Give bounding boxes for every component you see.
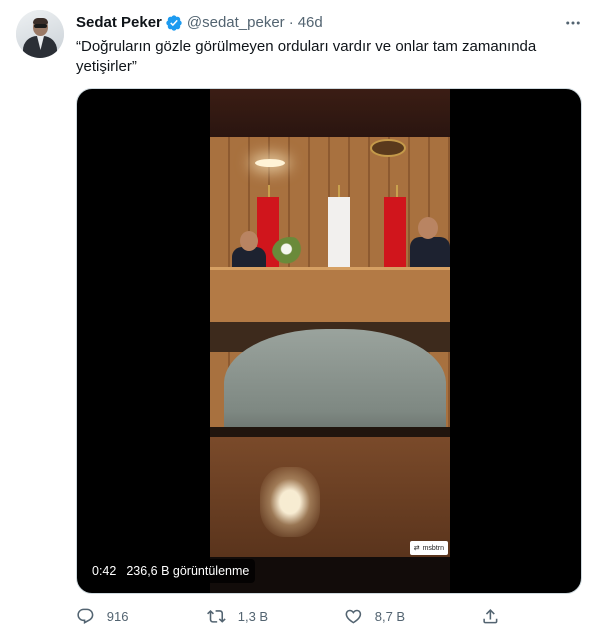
retweet-icon (207, 609, 226, 623)
retweet-count: 1,3 B (237, 608, 269, 624)
separator-dot: · (288, 14, 294, 31)
tweet-header: Sedat Peker @sedat_peker · 46d (76, 13, 323, 33)
retweet-button[interactable]: 1,3 B (207, 604, 268, 628)
tweet-actions: 916 1,3 B 8,7 B (76, 604, 582, 628)
tweet-time[interactable]: 46d (298, 13, 323, 33)
verified-badge-icon (166, 15, 182, 31)
video-info-overlay: 0:42 236,6 B görüntülenme (86, 559, 256, 583)
like-button[interactable]: 8,7 B (344, 604, 405, 628)
tweet[interactable]: Sedat Peker @sedat_peker · 46d “Doğrular… (0, 0, 598, 638)
heart-icon (345, 609, 362, 624)
share-button[interactable] (481, 604, 500, 628)
tweet-text: “Doğruların gözle görülmeyen orduları va… (76, 38, 537, 75)
avatar[interactable] (16, 10, 64, 58)
reply-bubble-icon (77, 608, 94, 624)
author-handle[interactable]: @sedat_peker (187, 13, 285, 33)
more-dots-icon[interactable] (562, 12, 584, 34)
like-count: 8,7 B (374, 608, 406, 624)
watermark-label: msbtrn (422, 544, 444, 552)
video-player[interactable]: ⇄ msbtrn 0:42 236,6 B görüntülenme (76, 88, 582, 594)
video-views: 236,6 B görüntülenme (126, 564, 250, 578)
video-frame: ⇄ msbtrn (210, 89, 450, 593)
author-name[interactable]: Sedat Peker (76, 13, 162, 33)
video-duration: 0:42 (92, 564, 117, 578)
share-upload-icon (483, 608, 498, 624)
reply-count: 916 (106, 608, 129, 624)
reply-button[interactable]: 916 (76, 604, 128, 628)
video-watermark: ⇄ msbtrn (409, 541, 448, 555)
repost-icon: ⇄ (413, 545, 420, 552)
